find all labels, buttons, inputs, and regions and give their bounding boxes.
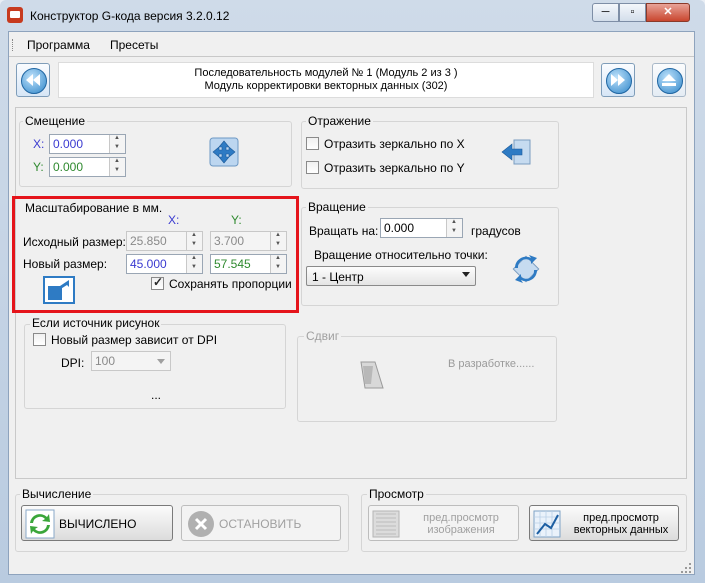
maximize-button[interactable]: ▫ bbox=[619, 3, 646, 22]
rotate-angle-spinner[interactable]: 0.000 bbox=[380, 218, 463, 238]
image-source-title: Если источник рисунок bbox=[30, 316, 162, 330]
offset-x-value: 0.000 bbox=[53, 137, 84, 151]
preview-vector-button[interactable]: пред.просмотр векторных данных bbox=[529, 505, 679, 541]
mirror-icon[interactable] bbox=[500, 137, 532, 167]
spinner-arrows-icon[interactable] bbox=[109, 158, 125, 176]
next-module-button[interactable] bbox=[601, 63, 635, 97]
maximize-icon: ▫ bbox=[630, 6, 635, 18]
stop-button: ОСТАНОВИТЬ bbox=[181, 505, 341, 541]
rewind-arrows-icon bbox=[26, 74, 40, 86]
rotation-point-value: 1 - Центр bbox=[312, 270, 364, 284]
module-sequence-banner: Последовательность модулей № 1 (Модуль 2… bbox=[58, 62, 594, 98]
offset-y-value: 0.000 bbox=[53, 160, 84, 174]
computed-button-label: ВЫЧИСЛЕНО bbox=[59, 517, 137, 531]
preview-image-button: пред.просмотр изображения bbox=[368, 505, 519, 541]
banner-line-1: Последовательность модулей № 1 (Модуль 2… bbox=[194, 67, 458, 79]
menu-grip bbox=[12, 39, 15, 51]
more-ellipsis: ... bbox=[151, 388, 162, 402]
dpi-depends-label[interactable]: Новый размер зависит от DPI bbox=[51, 333, 217, 347]
shift-title: Сдвиг bbox=[304, 329, 342, 343]
mirror-x-label[interactable]: Отразить зеркально по X bbox=[324, 137, 465, 151]
menu-bar: Программа Пресеты bbox=[9, 32, 694, 56]
spinner-arrows-icon[interactable] bbox=[446, 219, 462, 237]
preview-image-label: пред.просмотр изображения bbox=[405, 512, 517, 536]
compute-title: Вычисление bbox=[20, 487, 94, 501]
scale-highlight-frame bbox=[12, 196, 299, 313]
close-button[interactable]: ✕ bbox=[646, 3, 690, 22]
forward-arrows-icon bbox=[611, 74, 625, 86]
preview-vector-line-2: векторных данных bbox=[573, 524, 669, 536]
preview-title: Просмотр bbox=[367, 487, 426, 501]
preview-vector-line-1: пред.просмотр bbox=[583, 512, 659, 524]
offset-x-label: X: bbox=[33, 137, 45, 151]
rotation-title: Вращение bbox=[306, 200, 368, 214]
shift-skew-icon bbox=[357, 360, 385, 390]
dpi-label: DPI: bbox=[61, 356, 85, 370]
minimize-button[interactable]: ─ bbox=[592, 3, 619, 22]
dpi-value: 100 bbox=[95, 354, 116, 368]
degrees-label: градусов bbox=[471, 224, 521, 238]
dpi-select: 100 bbox=[91, 351, 171, 371]
mirror-y-checkbox[interactable] bbox=[306, 161, 319, 174]
app-logo-icon bbox=[7, 7, 23, 23]
rotate-icon[interactable] bbox=[509, 252, 543, 286]
window-title: Конструктор G-кода версия 3.2.0.12 bbox=[30, 9, 230, 23]
refresh-icon bbox=[25, 509, 55, 539]
offset-move-icon[interactable] bbox=[208, 136, 240, 168]
dpi-depends-checkbox[interactable] bbox=[33, 333, 46, 346]
menu-presets[interactable]: Пресеты bbox=[110, 38, 158, 52]
image-preview-icon bbox=[372, 510, 400, 538]
mirror-y-label[interactable]: Отразить зеркально по Y bbox=[324, 161, 465, 175]
minimize-icon: ─ bbox=[601, 6, 610, 18]
mirror-x-checkbox[interactable] bbox=[306, 137, 319, 150]
rotation-point-label: Вращение относительно точки: bbox=[314, 248, 488, 262]
spinner-arrows-icon[interactable] bbox=[109, 135, 125, 153]
chevron-down-icon bbox=[157, 359, 165, 364]
preview-image-line-1: пред.просмотр bbox=[423, 512, 499, 524]
rotate-angle-value: 0.000 bbox=[384, 221, 415, 235]
shift-in-development: В разработке...... bbox=[448, 358, 535, 370]
offset-title: Смещение bbox=[23, 114, 88, 128]
eject-arrow-icon bbox=[662, 74, 676, 86]
offset-group bbox=[19, 121, 292, 187]
mirror-title: Отражение bbox=[306, 114, 373, 128]
prev-module-button[interactable] bbox=[16, 63, 50, 97]
offset-y-spinner[interactable]: 0.000 bbox=[49, 157, 126, 177]
chevron-down-icon bbox=[462, 272, 470, 277]
eject-button[interactable] bbox=[652, 63, 686, 97]
preview-vector-label: пред.просмотр векторных данных bbox=[564, 512, 678, 536]
menu-program[interactable]: Программа bbox=[27, 38, 90, 52]
shift-group bbox=[297, 336, 557, 422]
preview-image-line-2: изображения bbox=[427, 524, 495, 536]
close-icon: ✕ bbox=[663, 6, 673, 18]
rotate-by-label: Вращать на: bbox=[309, 224, 379, 238]
banner-line-2: Модуль корректировки векторных данных (3… bbox=[204, 80, 448, 92]
offset-x-spinner[interactable]: 0.000 bbox=[49, 134, 126, 154]
offset-y-label: Y: bbox=[33, 160, 44, 174]
vector-preview-icon bbox=[533, 510, 561, 538]
menu-separator bbox=[9, 56, 694, 57]
title-bar[interactable]: Конструктор G-кода версия 3.2.0.12 ─ ▫ ✕ bbox=[0, 0, 705, 32]
stop-icon bbox=[188, 511, 214, 537]
resize-grip-icon[interactable] bbox=[680, 562, 692, 574]
rotation-point-select[interactable]: 1 - Центр bbox=[306, 266, 476, 286]
computed-button[interactable]: ВЫЧИСЛЕНО bbox=[21, 505, 173, 541]
stop-button-label: ОСТАНОВИТЬ bbox=[219, 517, 302, 531]
